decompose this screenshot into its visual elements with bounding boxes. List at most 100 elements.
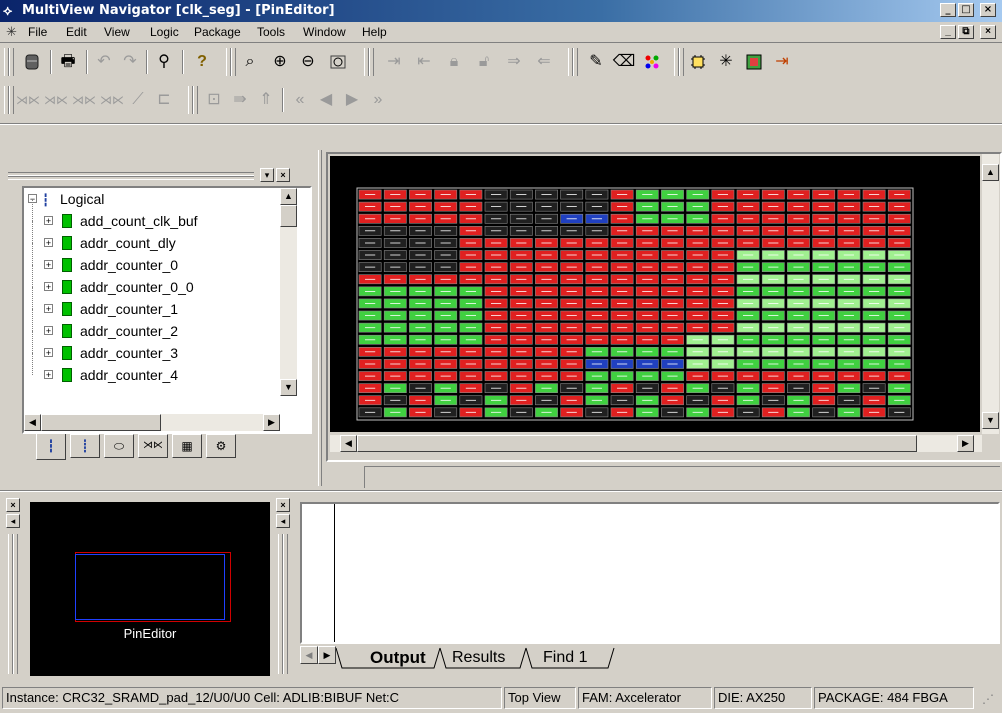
tab-physical-icon[interactable]: ┋	[70, 434, 100, 458]
route-icon[interactable]: ⟋	[128, 90, 148, 110]
scroll-right-icon[interactable]: ▶	[263, 414, 280, 431]
pin-swap-2-icon[interactable]: ⋊⋉	[44, 90, 68, 110]
export-icon[interactable]: ⇥	[772, 52, 792, 72]
child-minimize-button[interactable]: _	[940, 25, 956, 39]
tab-package-icon[interactable]: ▦	[172, 434, 202, 458]
hscroll-thumb[interactable]	[41, 414, 161, 431]
redo-icon[interactable]: ↷	[120, 52, 140, 72]
print-icon[interactable]: 🖶	[58, 52, 78, 72]
find-icon[interactable]: ⚲	[154, 52, 174, 72]
menu-help[interactable]: Help	[362, 25, 387, 39]
tab-results[interactable]: Results	[452, 646, 505, 670]
move-left-icon[interactable]: ⇐	[534, 52, 554, 72]
pencil-icon[interactable]: ✎	[586, 52, 606, 72]
tree-hscroll[interactable]: ◀ ▶	[24, 414, 280, 431]
tab-logical-icon[interactable]: ┇	[36, 434, 66, 460]
prev-icon[interactable]: ◀	[316, 90, 336, 110]
undo-icon[interactable]: ↶	[94, 52, 114, 72]
expand-icon[interactable]: +	[44, 348, 53, 358]
output-text-area[interactable]	[300, 502, 1000, 644]
preview-close-button[interactable]: ×	[6, 498, 20, 512]
tree-vscroll[interactable]: ▲ ▼	[280, 188, 297, 396]
tab-pin-icon[interactable]: ⋊⋉	[138, 434, 168, 458]
canvas-hscroll[interactable]: ◀ ▶	[330, 435, 982, 452]
title-bar[interactable]: ⟡ MultiView Navigator [clk_seg] - [PinEd…	[0, 0, 1002, 22]
preview-collapse-icon[interactable]: ◂	[6, 514, 20, 528]
pin-editor-canvas[interactable]	[328, 154, 982, 434]
logical-tree[interactable]: − ┇ Logical + add_count_clk_buf + addr_coun…	[24, 188, 310, 432]
place-icon[interactable]: ⊏	[154, 90, 174, 110]
import-icon[interactable]: ⊡	[204, 90, 224, 110]
menu-view[interactable]: View	[104, 25, 130, 39]
expand-icon[interactable]: +	[44, 216, 53, 226]
tab-region-icon[interactable]: ⬭	[104, 434, 134, 458]
hierarchy-icon[interactable]: ✳	[716, 52, 736, 72]
menu-tools[interactable]: Tools	[257, 25, 285, 39]
cell-chip-icon	[62, 346, 72, 360]
expand-icon[interactable]: +	[44, 260, 53, 270]
canvas-scroll-right-icon[interactable]: ▶	[957, 435, 974, 452]
menu-edit[interactable]: Edit	[66, 25, 87, 39]
child-close-button[interactable]: ×	[980, 25, 996, 39]
upload-icon[interactable]: ⇑	[256, 90, 276, 110]
zoom-fit-icon[interactable]	[328, 52, 348, 72]
pin-swap-4-icon[interactable]: ⋊⋉	[100, 90, 124, 110]
pin-grid[interactable]	[328, 154, 982, 434]
pin-swap-3-icon[interactable]: ⋊⋉	[72, 90, 96, 110]
color-dots-icon[interactable]	[642, 52, 662, 72]
menu-logic[interactable]: Logic	[150, 25, 179, 39]
maximize-button[interactable]: □	[958, 3, 974, 17]
scroll-down-icon[interactable]: ▼	[280, 379, 297, 396]
database-icon[interactable]	[22, 52, 42, 72]
panel-close-button[interactable]: ×	[276, 168, 290, 182]
scroll-thumb[interactable]	[280, 205, 297, 227]
scroll-left-icon[interactable]: ◀	[24, 414, 41, 431]
expand-icon[interactable]: +	[44, 326, 53, 336]
expand-icon[interactable]: +	[44, 370, 53, 380]
tab-net-icon[interactable]: ⚙	[206, 434, 236, 458]
lock-icon[interactable]: 🔒︎	[444, 52, 464, 72]
unassign-pin-icon[interactable]: ⇤	[414, 52, 434, 72]
expand-icon[interactable]: +	[44, 304, 53, 314]
close-button[interactable]: ×	[980, 3, 996, 17]
canvas-hscroll-thumb[interactable]	[357, 435, 917, 452]
last-icon[interactable]: »	[368, 90, 388, 110]
menu-file[interactable]: File	[28, 25, 47, 39]
tab-find-1[interactable]: Find 1	[543, 646, 587, 670]
output-close-button[interactable]: ×	[276, 498, 290, 512]
pin-swap-icon[interactable]: ⋊⋉	[16, 90, 40, 110]
canvas-scroll-left-icon[interactable]: ◀	[340, 435, 357, 452]
panel-dropdown-button[interactable]: ▾	[260, 168, 274, 182]
output-collapse-icon[interactable]: ◂	[276, 514, 290, 528]
menu-window[interactable]: Window	[303, 25, 346, 39]
menu-package[interactable]: Package	[194, 25, 241, 39]
zoom-in-icon[interactable]: ⊕	[270, 52, 290, 72]
scroll-up-icon[interactable]: ▲	[280, 188, 297, 205]
package-view-icon[interactable]	[744, 52, 764, 72]
minimize-button[interactable]: _	[940, 3, 956, 17]
canvas-scroll-up-icon[interactable]: ▲	[982, 164, 999, 181]
tab-output[interactable]: Output	[370, 646, 426, 670]
assign-pin-icon[interactable]: ⇥	[384, 52, 404, 72]
zoom-area-icon[interactable]: ⌕	[240, 52, 260, 72]
expand-icon[interactable]: +	[44, 282, 53, 292]
eraser-icon[interactable]: ⌫	[613, 52, 636, 72]
help-icon[interactable]: ?	[192, 52, 212, 72]
first-icon[interactable]: «	[290, 90, 310, 110]
move-right-icon[interactable]: ⇒	[504, 52, 524, 72]
unlock-icon[interactable]: 🔓︎	[474, 52, 494, 72]
forward-icon[interactable]: ⇛	[230, 90, 250, 110]
cell-chip-icon	[62, 324, 72, 338]
zoom-out-icon[interactable]: ⊖	[298, 52, 318, 72]
next-icon[interactable]: ▶	[342, 90, 362, 110]
chip-view-icon[interactable]	[688, 52, 708, 72]
preview-viewport[interactable]	[75, 554, 225, 620]
tab-scroll-right-icon[interactable]: ▶	[318, 646, 336, 664]
expand-icon[interactable]: +	[44, 238, 53, 248]
canvas-scroll-down-icon[interactable]: ▼	[982, 412, 999, 429]
resize-grip-icon[interactable]: ⋰	[982, 692, 994, 706]
preview-pane[interactable]: PinEditor	[30, 502, 270, 676]
canvas-vscroll[interactable]: ▲ ▼	[982, 154, 999, 434]
child-restore-button[interactable]: ⧉	[958, 25, 974, 39]
tab-scroll-left-icon[interactable]: ◀	[300, 646, 318, 664]
